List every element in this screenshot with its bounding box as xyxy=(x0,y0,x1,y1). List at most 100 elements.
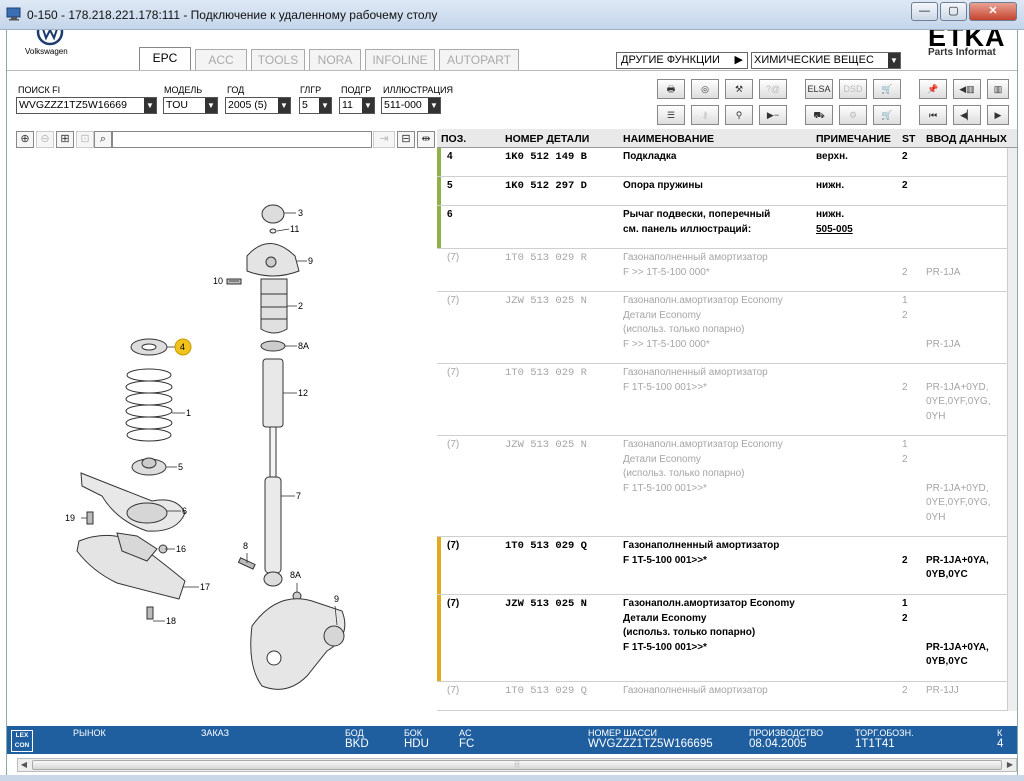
zoom-in-icon[interactable]: ⊕ xyxy=(16,131,34,148)
col-pos[interactable]: ПОЗ. xyxy=(441,133,466,145)
table-row[interactable]: 4 1K0 512 149 B Подкладка верхн. 2 xyxy=(437,148,1007,177)
prev-page-icon[interactable]: ◀▏ xyxy=(953,105,981,125)
play-minus-icon[interactable]: ▶− xyxy=(759,105,787,125)
callout-8a[interactable]: 8A xyxy=(290,570,301,580)
cell-name: Газонаполненный амортизатор xyxy=(623,367,768,378)
col-qty[interactable]: ST xyxy=(902,133,915,145)
bike-icon[interactable]: ⚲ xyxy=(725,105,753,125)
callout-9[interactable]: 9 xyxy=(334,594,339,604)
tab-epc[interactable]: EPC xyxy=(139,47,191,70)
callout-18[interactable]: 18 xyxy=(166,616,176,626)
callout-3[interactable]: 3 xyxy=(298,208,303,218)
callout-14[interactable]: 12 xyxy=(298,388,308,398)
chevron-down-icon: ▼ xyxy=(278,98,290,113)
tab-acc[interactable]: ACC xyxy=(195,49,247,70)
table-row[interactable]: (7) JZW 513 025 N Газонаполн.амортизатор E… xyxy=(437,595,1007,682)
cell-name: F >> 1T-5-100 000* xyxy=(623,338,710,350)
tab-infoline[interactable]: INFOLINE xyxy=(365,49,435,70)
close-button[interactable]: ✕ xyxy=(969,2,1017,21)
callout-4[interactable]: 4 xyxy=(180,342,185,352)
zoom-fit-icon[interactable]: ⊞ xyxy=(56,131,74,148)
cart-icon[interactable]: 🛒 xyxy=(873,105,901,125)
illustration-select[interactable]: 511-000 ▼ xyxy=(381,97,441,114)
pin-icon[interactable]: 📌 xyxy=(919,79,947,99)
first-page-icon[interactable]: ⏮ xyxy=(919,105,947,125)
hg-label: ГЛГР xyxy=(300,85,322,95)
other-functions-select[interactable]: ХИМИЧЕСКИЕ ВЕЩЕС ▼ xyxy=(751,52,901,69)
export-icon[interactable]: ⇥ xyxy=(373,131,395,148)
cell-qty: 2 xyxy=(902,612,908,624)
callout-12[interactable]: 10 xyxy=(213,276,223,286)
elsa-label: ELSA xyxy=(807,84,831,94)
horizontal-scrollbar[interactable]: ◀ ⦙⦙⦙ ▶ xyxy=(17,758,1017,772)
other-functions-button[interactable]: ДРУГИЕ ФУНКЦИИ ▶ xyxy=(616,52,748,69)
scroll-thumb[interactable]: ⦙⦙⦙ xyxy=(32,760,1002,770)
split-view-icon[interactable]: ⊟ xyxy=(397,131,415,148)
tab-autopart[interactable]: AUTOPART xyxy=(439,49,519,70)
elsa-button[interactable]: ELSA xyxy=(805,79,833,99)
table-row[interactable]: 5 1K0 512 297 D Опора пружины нижн. 2 xyxy=(437,177,1007,206)
table-row[interactable]: (7) JZW 513 025 N Газонаполн.амортизатор E… xyxy=(437,436,1007,537)
car-gear-icon[interactable]: ⚙ xyxy=(839,105,867,125)
key-icon[interactable]: ⚷ xyxy=(691,105,719,125)
table-row[interactable]: (7) 1T0 513 029 Q Газонаполненный амортиза… xyxy=(437,537,1007,595)
chevron-down-icon: ▼ xyxy=(428,98,440,113)
hg-select[interactable]: 5 ▼ xyxy=(299,97,332,114)
question-icon[interactable]: ?@ xyxy=(759,79,787,99)
illustration-search-input[interactable] xyxy=(112,131,372,148)
tools-icon[interactable]: ⚒ xyxy=(725,79,753,99)
model-select[interactable]: TOU ▼ xyxy=(163,97,218,114)
table-row[interactable]: (7) 1T0 513 029 R Газонаполненный амортиза… xyxy=(437,249,1007,292)
callout-7[interactable]: 7 xyxy=(296,491,301,501)
car-icon[interactable]: ⛟ xyxy=(805,105,833,125)
resize-icon[interactable]: ⇹ xyxy=(417,131,435,148)
list-icon[interactable]: ☰ xyxy=(657,105,685,125)
callout-10[interactable]: 8A xyxy=(298,341,309,351)
table-row[interactable]: (7) 1T0 513 029 R Газонаполненный амортиза… xyxy=(437,364,1007,436)
cell-note-link[interactable]: 505-005 xyxy=(816,223,853,238)
tab-tools[interactable]: TOOLS xyxy=(251,49,305,70)
table-row[interactable]: (7) JZW 513 025 N Газонаполн.амортизатор E… xyxy=(437,292,1007,364)
callout-2[interactable]: 2 xyxy=(298,301,303,311)
col-data[interactable]: ВВОД ДАННЫХ xyxy=(926,133,1007,145)
callout-6[interactable]: 6 xyxy=(182,506,187,516)
table-row[interactable]: 6 Рычаг подвески, поперечный см. панель и… xyxy=(437,206,1007,249)
minimize-button[interactable]: — xyxy=(911,2,938,21)
callout-19[interactable]: 19 xyxy=(65,513,75,523)
scroll-left-icon[interactable]: ◀ xyxy=(18,759,30,771)
dsd-button[interactable]: DSD xyxy=(839,79,867,99)
zoom-area-icon[interactable]: ⊡ xyxy=(76,131,94,148)
fi-select[interactable]: WVGZZZ1TZ5W16669 ▼ xyxy=(16,97,157,114)
callout-16[interactable]: 16 xyxy=(176,544,186,554)
tab-nora[interactable]: NORA xyxy=(309,49,361,70)
cell-name: F 1T-5-100 001>>* xyxy=(623,381,707,393)
cell-name: Рычаг подвески, поперечный xyxy=(623,209,771,220)
print-icon[interactable]: 🖶 xyxy=(657,79,685,99)
maximize-button[interactable]: ▢ xyxy=(940,2,967,21)
book-back-icon[interactable]: ◀▥ xyxy=(953,79,981,99)
cell-qty: 1 xyxy=(902,295,908,306)
year-select[interactable]: 2005 (5) ▼ xyxy=(225,97,291,114)
book-icon[interactable]: ▥ xyxy=(987,79,1009,99)
illustration-panel[interactable]: 3 11 9 10 2 8A 12 7 4 1 5 6 19 16 17 18 … xyxy=(7,151,435,711)
callout-8[interactable]: 8 xyxy=(243,541,248,551)
col-name[interactable]: НАИМЕНОВАНИЕ xyxy=(623,133,714,145)
col-part[interactable]: НОМЕР ДЕТАЛИ xyxy=(505,133,589,145)
callout-11[interactable]: 9 xyxy=(308,256,313,266)
cell-qty: 1 xyxy=(902,439,908,450)
callout-17[interactable]: 17 xyxy=(200,582,210,592)
table-scrollbar[interactable] xyxy=(1007,148,1017,711)
next-page-icon[interactable]: ▶ xyxy=(987,105,1009,125)
scroll-right-icon[interactable]: ▶ xyxy=(1004,759,1016,771)
ug-select[interactable]: 11 ▼ xyxy=(339,97,375,114)
zoom-out-icon[interactable]: ⊖ xyxy=(36,131,54,148)
callout-5[interactable]: 5 xyxy=(178,462,183,472)
cd-icon[interactable]: ◎ xyxy=(691,79,719,99)
col-note[interactable]: ПРИМЕЧАНИЕ xyxy=(816,133,891,145)
callout-1[interactable]: 1 xyxy=(186,408,191,418)
table-row[interactable]: (7) 1T0 513 029 Q Газонаполненный амортиза… xyxy=(437,682,1007,711)
cart-add-icon[interactable]: 🛒 xyxy=(873,79,901,99)
model-value: TOU xyxy=(166,99,188,111)
search-icon[interactable]: ⌕ xyxy=(94,131,112,148)
callout-13[interactable]: 11 xyxy=(290,224,299,234)
